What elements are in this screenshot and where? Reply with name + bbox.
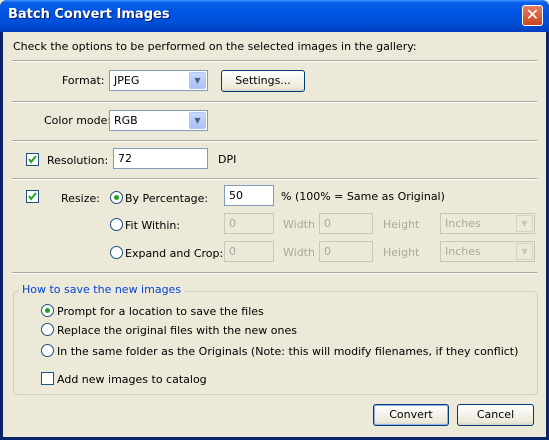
close-button[interactable]: ✕ [522, 5, 543, 26]
save-option-label: Replace the original files with the new … [57, 324, 297, 337]
instructions-text: Check the options to be performed on the… [13, 40, 417, 53]
fit-within-width-input[interactable]: 0 [224, 213, 274, 234]
color-mode-select[interactable]: RGB ▼ [109, 110, 208, 131]
expand-crop-width-input[interactable]: 0 [224, 241, 274, 262]
resize-checkbox[interactable] [26, 190, 39, 203]
add-to-catalog-checkbox[interactable] [41, 372, 54, 385]
percentage-note: % (100% = Same as Original) [281, 190, 445, 203]
fit-within-width-label: Width [283, 218, 315, 231]
chevron-down-icon: ▼ [516, 215, 533, 232]
title-bar[interactable]: Batch Convert Images ✕ [0, 0, 549, 32]
percentage-input[interactable]: 50 [224, 185, 274, 206]
cancel-button[interactable]: Cancel [457, 404, 534, 426]
fit-within-unit-value: Inches [445, 217, 481, 230]
expand-crop-label: Expand and Crop: [125, 247, 224, 260]
radio-prompt-location[interactable] [41, 304, 54, 317]
convert-button[interactable]: Convert [373, 404, 449, 426]
fit-within-height-input[interactable]: 0 [319, 213, 373, 234]
save-option-label: Prompt for a location to save the files [57, 305, 264, 318]
checkmark-icon [28, 192, 37, 201]
chevron-down-icon: ▼ [189, 72, 206, 89]
resolution-input[interactable]: 72 [113, 148, 208, 169]
resolution-unit: DPI [218, 153, 237, 166]
resolution-checkbox[interactable] [26, 153, 39, 166]
radio-selected-dot [114, 195, 119, 200]
divider [12, 272, 537, 274]
radio-fit-within[interactable] [110, 218, 123, 231]
color-mode-label: Color mode: [44, 114, 112, 127]
divider [12, 101, 537, 103]
by-percentage-label: By Percentage: [125, 192, 209, 205]
expand-crop-height-input[interactable]: 0 [319, 241, 373, 262]
format-select[interactable]: JPEG ▼ [109, 70, 208, 91]
close-icon: ✕ [525, 5, 540, 24]
expand-crop-height-label: Height [383, 246, 420, 259]
fit-within-height-label: Height [383, 218, 420, 231]
divider [12, 178, 537, 180]
fit-within-label: Fit Within: [125, 219, 181, 232]
save-option-label: In the same folder as the Originals (Not… [57, 345, 519, 358]
divider [12, 60, 537, 62]
expand-crop-unit-select[interactable]: Inches ▼ [440, 241, 535, 262]
add-to-catalog-label: Add new images to catalog [57, 373, 207, 386]
color-mode-value: RGB [114, 114, 138, 127]
format-value: JPEG [114, 74, 140, 87]
dialog-window: Batch Convert Images ✕ Check the options… [0, 0, 549, 440]
chevron-down-icon: ▼ [516, 243, 533, 260]
dialog-body: Check the options to be performed on the… [3, 32, 546, 437]
radio-expand-crop[interactable] [110, 246, 123, 259]
save-group-title: How to save the new images [19, 283, 185, 296]
radio-replace-originals[interactable] [41, 323, 54, 336]
settings-button[interactable]: Settings... [221, 70, 305, 92]
radio-selected-dot [45, 308, 50, 313]
window-title: Batch Convert Images [8, 7, 170, 22]
expand-crop-unit-value: Inches [445, 245, 481, 258]
expand-crop-width-label: Width [283, 246, 315, 259]
checkmark-icon [28, 155, 37, 164]
resolution-label: Resolution: [47, 154, 109, 167]
divider [12, 140, 537, 142]
resize-label: Resize: [61, 192, 100, 205]
chevron-down-icon: ▼ [189, 112, 206, 129]
radio-same-folder[interactable] [41, 344, 54, 357]
radio-by-percentage[interactable] [110, 191, 123, 204]
fit-within-unit-select[interactable]: Inches ▼ [440, 213, 535, 234]
format-label: Format: [62, 74, 105, 87]
